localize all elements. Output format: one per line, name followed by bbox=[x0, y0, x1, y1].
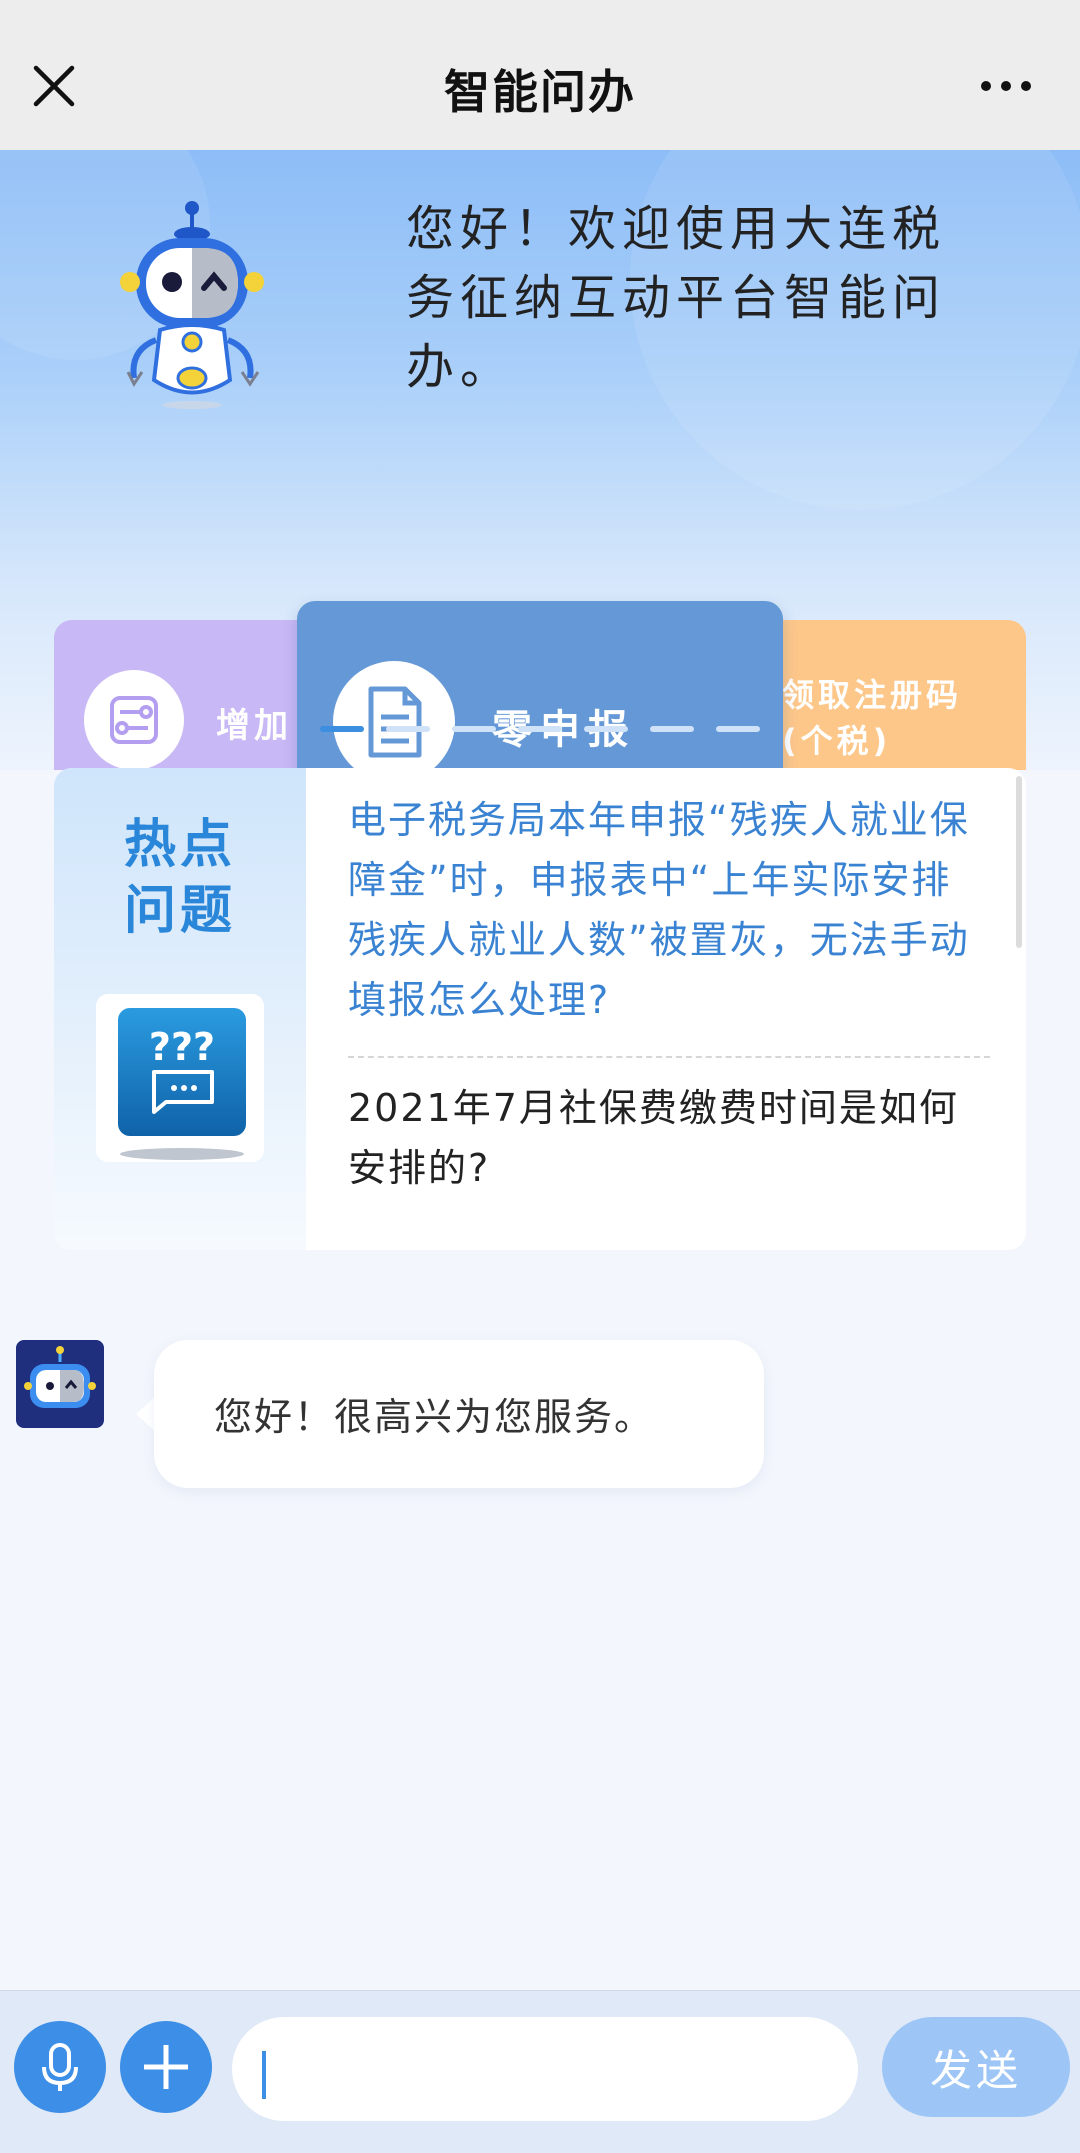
hot-questions-panel: 热点 问题 ??? 电子税务局本年申报“残疾人就业保障金”时，申报表中“上年实际… bbox=[54, 768, 1026, 1250]
svg-text:???: ??? bbox=[149, 1025, 215, 1069]
chat-message-text: 您好！很高兴为您服务。 bbox=[214, 1395, 655, 1439]
hot-question-item[interactable]: 电子税务局本年申报“残疾人就业保障金”时，申报表中“上年实际安排残疾人就业人数”… bbox=[348, 790, 988, 1030]
welcome-text: 您好！欢迎使用大连税务征纳互动平台智能问办。 bbox=[406, 201, 947, 395]
bot-avatar bbox=[16, 1340, 104, 1428]
add-attachment-button[interactable] bbox=[120, 2021, 212, 2113]
voice-button[interactable] bbox=[14, 2021, 106, 2113]
divider bbox=[348, 1056, 990, 1058]
hero-banner: 您好！欢迎使用大连税务征纳互动平台智能问办。 增加 领取注册码 (个税) 零申报 bbox=[0, 150, 1080, 770]
scrollbar[interactable] bbox=[1016, 776, 1022, 948]
hot-question-item[interactable]: 2021年7月社保费缴费时间是如何安排的? bbox=[348, 1078, 988, 1198]
settings-card-icon bbox=[84, 670, 184, 770]
carousel-card-register-code[interactable]: 领取注册码 (个税) bbox=[760, 620, 1026, 770]
microphone-icon bbox=[42, 2043, 78, 2091]
pagination-dot[interactable] bbox=[518, 726, 562, 732]
pagination-dot[interactable] bbox=[452, 726, 496, 732]
chat-message-bot: 您好！很高兴为您服务。 bbox=[154, 1340, 764, 1488]
hot-questions-title: 热点 问题 bbox=[123, 815, 236, 941]
pagination-dot[interactable] bbox=[584, 726, 628, 732]
more-icon[interactable] bbox=[978, 78, 1034, 94]
carousel-card-label: 增加 bbox=[216, 706, 292, 746]
pagination-dot[interactable] bbox=[386, 726, 430, 732]
robot-mascot bbox=[120, 201, 264, 409]
hot-questions-header: 热点 问题 ??? bbox=[54, 768, 306, 1250]
pagination-dot[interactable] bbox=[320, 726, 364, 732]
input-bar: 发送 bbox=[0, 1990, 1080, 2153]
pagination-dot[interactable] bbox=[650, 726, 694, 732]
question-chat-icon: ??? bbox=[96, 994, 264, 1162]
document-icon bbox=[333, 661, 455, 770]
plus-icon bbox=[144, 2045, 188, 2089]
pagination-dot[interactable] bbox=[716, 726, 760, 732]
send-button[interactable]: 发送 bbox=[882, 2017, 1070, 2117]
page-title: 智能问办 bbox=[444, 65, 636, 119]
text-cursor bbox=[262, 2051, 266, 2099]
message-input[interactable] bbox=[232, 2017, 858, 2121]
carousel-card-zero-declaration[interactable]: 零申报 bbox=[297, 601, 783, 770]
nav-bar: 智能问办 bbox=[0, 0, 1080, 150]
carousel-card-label: 领取注册码 (个税) bbox=[782, 676, 963, 760]
